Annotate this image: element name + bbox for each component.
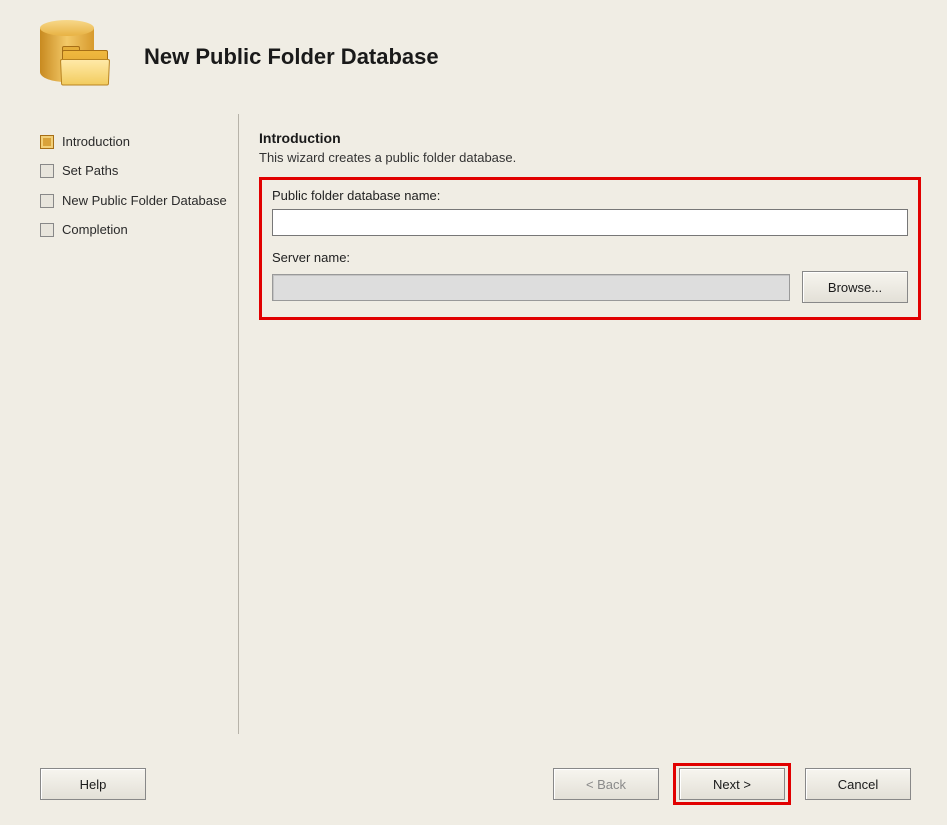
step-icon [40,164,54,178]
next-button-highlight: Next > [673,763,791,805]
wizard-footer: Help < Back Next > Cancel [0,763,947,805]
sidebar-item-label: Introduction [62,134,130,150]
back-button[interactable]: < Back [553,768,659,800]
wizard-body: Introduction Set Paths New Public Folder… [0,114,947,734]
sidebar-item-introduction[interactable]: Introduction [40,134,228,150]
server-name-field-group: Server name: Browse... [272,250,908,303]
sidebar-item-label: Completion [62,222,128,238]
sidebar-item-label: Set Paths [62,163,118,179]
browse-button[interactable]: Browse... [802,271,908,303]
wizard-title: New Public Folder Database [144,44,439,70]
step-icon [40,135,54,149]
step-icon [40,194,54,208]
server-name-row: Browse... [272,271,908,303]
input-highlight-box: Public folder database name: Server name… [259,177,921,320]
sidebar-item-new-public-folder-database[interactable]: New Public Folder Database [40,193,228,209]
database-name-field-group: Public folder database name: [272,188,908,236]
content-heading: Introduction [259,130,921,146]
next-button[interactable]: Next > [679,768,785,800]
database-name-label: Public folder database name: [272,188,908,203]
database-name-input[interactable] [272,209,908,236]
wizard-content: Introduction This wizard creates a publi… [241,114,929,734]
step-icon [40,223,54,237]
help-button[interactable]: Help [40,768,146,800]
server-name-label: Server name: [272,250,908,265]
sidebar-item-completion[interactable]: Completion [40,222,228,238]
wizard-steps-sidebar: Introduction Set Paths New Public Folder… [40,114,238,734]
vertical-divider [238,114,239,734]
wizard-header: New Public Folder Database [0,0,947,114]
server-name-input [272,274,790,301]
content-description: This wizard creates a public folder data… [259,150,921,165]
footer-buttons: < Back Next > Cancel [553,763,911,805]
sidebar-item-label: New Public Folder Database [62,193,227,209]
cancel-button[interactable]: Cancel [805,768,911,800]
folder-database-icon [36,18,114,96]
sidebar-item-set-paths[interactable]: Set Paths [40,163,228,179]
